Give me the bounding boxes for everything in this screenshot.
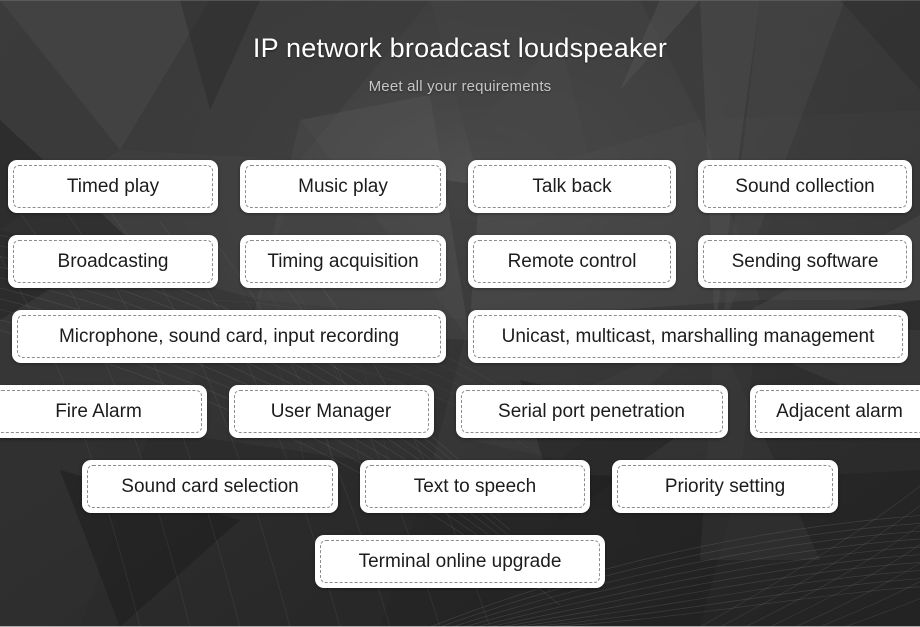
- feature-pill-label: Sound card selection: [121, 476, 299, 497]
- feature-row: Terminal online upgrade: [0, 535, 920, 588]
- feature-pill-label: Timed play: [66, 176, 160, 197]
- feature-pill-dashed-frame: Music play: [245, 165, 441, 208]
- feature-pill[interactable]: Timed play: [8, 160, 218, 213]
- page-title: IP network broadcast loudspeaker: [252, 33, 668, 63]
- feature-pill[interactable]: Serial port penetration: [455, 385, 728, 438]
- feature-pill-dashed-frame: Priority setting: [617, 465, 833, 508]
- feature-pill[interactable]: Terminal online upgrade: [315, 535, 605, 588]
- feature-pill-label: Sound collection: [735, 176, 875, 197]
- feature-pill[interactable]: Remote control: [468, 235, 676, 288]
- feature-pill-label: Microphone, sound card, input recording: [58, 326, 400, 347]
- page-subtitle: Meet all your requirements: [368, 78, 552, 96]
- feature-pill-dashed-frame: User Manager: [233, 390, 429, 433]
- feature-pill[interactable]: Sound card selection: [82, 460, 338, 513]
- feature-pill-dashed-frame: Terminal online upgrade: [320, 540, 600, 583]
- feature-row: Fire Alarm User Manager Serial port penetr…: [0, 385, 920, 438]
- feature-pill-dashed-frame: Fire Alarm: [0, 390, 202, 433]
- feature-row: Microphone, sound card, input recording U…: [0, 310, 920, 363]
- feature-pill-label: Sending software: [731, 251, 879, 272]
- feature-pill[interactable]: Microphone, sound card, input recording: [12, 310, 446, 363]
- feature-pill-dashed-frame: Sending software: [703, 240, 907, 283]
- feature-pill-label: Broadcasting: [57, 251, 169, 272]
- banner-header: IP network broadcast loudspeaker Meet al…: [0, 32, 920, 95]
- feature-pill[interactable]: Unicast, multicast, marshalling manageme…: [468, 310, 908, 363]
- feature-pill[interactable]: Broadcasting: [8, 235, 218, 288]
- promo-banner: IP network broadcast loudspeaker Meet al…: [0, 0, 920, 627]
- feature-pill-label: Priority setting: [664, 476, 786, 497]
- feature-pill[interactable]: Sending software: [698, 235, 912, 288]
- feature-pill-label: Remote control: [507, 251, 637, 272]
- feature-pill[interactable]: Text to speech: [360, 460, 590, 513]
- feature-pill-label: Adjacent alarm: [776, 401, 903, 422]
- feature-pill-label: Fire Alarm: [55, 401, 142, 422]
- feature-pill-dashed-frame: Sound card selection: [87, 465, 333, 508]
- feature-pill-dashed-frame: Text to speech: [365, 465, 585, 508]
- feature-row: Timed play Music play Talk back Sound colle…: [0, 160, 920, 213]
- feature-pill[interactable]: Fire Alarm: [0, 385, 207, 438]
- feature-pill[interactable]: Talk back: [468, 160, 676, 213]
- feature-pill-dashed-frame: Serial port penetration: [460, 390, 723, 433]
- feature-pill-label: Talk back: [532, 176, 612, 197]
- feature-grid: Timed play Music play Talk back Sound colle…: [0, 160, 920, 610]
- feature-pill-label: Text to speech: [413, 476, 537, 497]
- feature-pill-dashed-frame: Unicast, multicast, marshalling manageme…: [473, 315, 903, 358]
- feature-pill[interactable]: Adjacent alarm: [749, 385, 920, 438]
- feature-pill-label: Music play: [298, 176, 388, 197]
- feature-pill-dashed-frame: Adjacent alarm: [754, 390, 920, 433]
- feature-pill[interactable]: Sound collection: [698, 160, 912, 213]
- feature-pill-label: Timing acquisition: [267, 251, 419, 272]
- feature-pill[interactable]: User Manager: [228, 385, 434, 438]
- feature-pill[interactable]: Timing acquisition: [240, 235, 446, 288]
- feature-pill-dashed-frame: Remote control: [473, 240, 671, 283]
- feature-pill-dashed-frame: Timing acquisition: [245, 240, 441, 283]
- feature-pill-label: Serial port penetration: [498, 401, 685, 422]
- feature-pill-dashed-frame: Timed play: [13, 165, 213, 208]
- feature-pill-label: User Manager: [270, 401, 392, 422]
- feature-pill-dashed-frame: Broadcasting: [13, 240, 213, 283]
- feature-pill-dashed-frame: Sound collection: [703, 165, 907, 208]
- feature-pill-label: Terminal online upgrade: [358, 551, 562, 572]
- feature-pill-dashed-frame: Microphone, sound card, input recording: [17, 315, 441, 358]
- feature-pill-label: Unicast, multicast, marshalling manageme…: [501, 326, 875, 347]
- feature-pill[interactable]: Music play: [240, 160, 446, 213]
- feature-pill-dashed-frame: Talk back: [473, 165, 671, 208]
- feature-pill[interactable]: Priority setting: [612, 460, 838, 513]
- feature-row: Broadcasting Timing acquisition Remote con…: [0, 235, 920, 288]
- feature-row: Sound card selection Text to speech Priori…: [0, 460, 920, 513]
